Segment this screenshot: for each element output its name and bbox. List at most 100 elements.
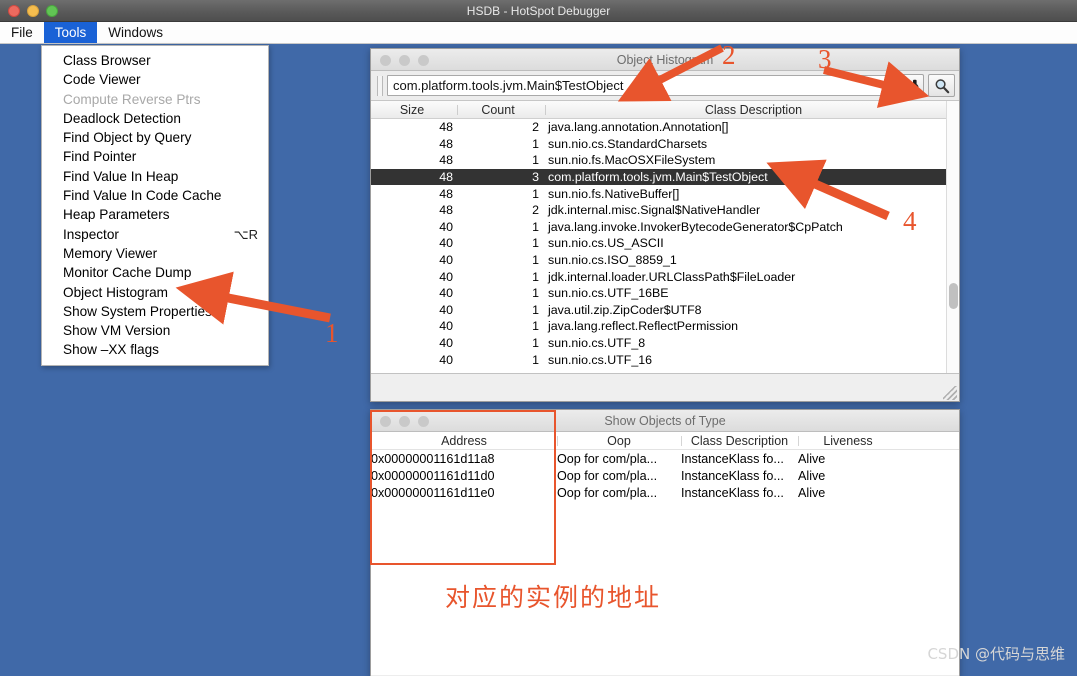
cell-description: sun.nio.fs.NativeBuffer[] [548,186,680,201]
menu-item-show-xx-flags[interactable]: Show –XX flags [42,340,268,359]
cell-count: 1 [532,153,539,168]
menu-item-show-system-properties[interactable]: Show System Properties [42,302,268,321]
menu-item-memory-viewer[interactable]: Memory Viewer [42,244,268,263]
menu-item-inspector-label: Inspector [63,226,119,242]
cell-size: 40 [439,319,453,334]
menu-item-compute-reverse-ptrs: Compute Reverse Ptrs [63,91,201,107]
table-row[interactable]: 48 1 sun.nio.fs.MacOSXFileSystem [371,152,959,169]
cell-count: 1 [532,186,539,201]
menu-item-find-pointer[interactable]: Find Pointer [42,147,268,166]
annotation-note-address: 对应的实例的地址 [445,583,662,612]
column-header-oop[interactable]: Oop [557,434,681,448]
menu-item-code-viewer[interactable]: Code Viewer [42,70,268,89]
table-row[interactable]: 40 1 java.lang.invoke.InvokerBytecodeGen… [371,219,959,236]
table-row[interactable]: 48 1 sun.nio.fs.NativeBuffer[] [371,185,959,202]
column-header-class-description[interactable]: Class Description [545,103,959,117]
histogram-table-header: Size Count Class Description [371,101,959,119]
watermark: CSDN @代码与思维 [927,645,1065,663]
table-row[interactable]: 40 1 sun.nio.cs.ISO_8859_1 [371,252,959,269]
cell-size: 40 [439,269,453,284]
cell-oop: Oop for com/pla... [557,485,658,500]
cell-count: 1 [532,336,539,351]
toolbar-drag-handle[interactable] [377,75,383,96]
cell-count: 1 [532,269,539,284]
table-row[interactable]: 48 1 sun.nio.cs.StandardCharsets [371,136,959,153]
table-row[interactable]: 48 2 java.lang.annotation.Annotation[] [371,119,959,136]
resize-grip-icon[interactable] [943,386,957,400]
menu-windows[interactable]: Windows [97,22,174,43]
find-button[interactable] [897,74,924,97]
search-button[interactable] [928,74,955,97]
cell-size: 40 [439,352,453,367]
column-header-size[interactable]: Size [371,103,457,117]
menu-item-monitor-cache-dump[interactable]: Monitor Cache Dump [42,263,268,282]
table-row[interactable]: 40 1 sun.nio.cs.UTF_8 [371,335,959,352]
cell-count: 1 [532,236,539,251]
table-row[interactable]: 40 1 sun.nio.cs.UTF_16BE [371,285,959,302]
menu-item-find-object-by-query[interactable]: Find Object by Query [42,128,268,147]
cell-liveness: Alive [798,468,826,483]
menu-item-show-vm-version[interactable]: Show VM Version [42,321,268,340]
cell-description: sun.nio.cs.UTF_16 [548,352,652,367]
cell-oop: Oop for com/pla... [557,451,658,466]
table-row[interactable]: 48 2 jdk.internal.misc.Signal$NativeHand… [371,202,959,219]
menu-item-find-value-in-heap[interactable]: Find Value In Heap [42,167,268,186]
cell-description: sun.nio.cs.UTF_16BE [548,286,669,301]
table-row[interactable]: 40 1 jdk.internal.loader.URLClassPath$Fi… [371,268,959,285]
cell-size: 48 [439,120,453,135]
menu-item-heap-parameters[interactable]: Heap Parameters [42,205,268,224]
column-header-liveness[interactable]: Liveness [798,434,898,448]
list-item[interactable]: 0x00000001161d11e0 Oop for com/pla... In… [371,484,959,501]
table-row[interactable]: 40 1 java.util.zip.ZipCoder$UTF8 [371,302,959,319]
cell-count: 1 [532,253,539,268]
column-header-count[interactable]: Count [457,103,545,117]
class-search-input[interactable] [387,75,893,96]
menu-item-class-browser[interactable]: Class Browser [42,51,268,70]
list-item[interactable]: 0x00000001161d11a8 Oop for com/pla... In… [371,450,959,467]
list-item[interactable]: 0x00000001161d11d0 Oop for com/pla... In… [371,467,959,484]
menu-item-inspector[interactable]: Inspector ⌥R [42,225,268,244]
cell-address: 0x00000001161d11d0 [371,468,495,483]
cell-description: java.lang.reflect.ReflectPermission [548,319,739,334]
cell-size: 48 [439,170,453,185]
histogram-window-title: Object Histogram [616,53,714,67]
cell-count: 1 [532,352,539,367]
histogram-rows: 48 2 java.lang.annotation.Annotation[] 4… [371,119,959,368]
column-header-address[interactable]: Address [371,434,557,448]
menu-file[interactable]: File [0,22,44,43]
table-row-selected[interactable]: 48 3 com.platform.tools.jvm.Main$TestObj… [371,168,959,186]
menu-tools[interactable]: Tools [43,22,98,43]
cell-description: java.util.zip.ZipCoder$UTF8 [548,302,702,317]
cell-oop: Oop for com/pla... [557,468,658,483]
table-row[interactable]: 40 1 sun.nio.cs.US_ASCII [371,235,959,252]
cell-size: 40 [439,336,453,351]
menu-item-deadlock-detection[interactable]: Deadlock Detection [42,109,268,128]
cell-address: 0x00000001161d11a8 [371,451,495,466]
scrollbar-thumb[interactable] [949,283,958,309]
cell-count: 2 [532,120,539,135]
menu-item-find-value-in-code-cache[interactable]: Find Value In Code Cache [42,186,268,205]
cell-count: 3 [532,170,539,185]
menu-item-object-histogram[interactable]: Object Histogram [42,283,268,302]
histogram-footer [371,373,959,401]
column-header-class-description[interactable]: Class Description [681,434,798,448]
cell-count: 1 [532,319,539,334]
objects-table: Address Oop Class Description Liveness 0… [371,432,959,675]
cell-count: 1 [532,286,539,301]
annotation-number-3: 3 [818,44,832,74]
histogram-table: Size Count Class Description 48 2 java.l… [371,101,959,375]
histogram-vertical-scrollbar[interactable] [946,101,959,375]
table-row[interactable]: 40 1 java.lang.reflect.ReflectPermission [371,318,959,335]
cell-count: 1 [532,136,539,151]
cell-class-description: InstanceKlass fo... [681,468,784,483]
cell-count: 2 [532,203,539,218]
cell-size: 40 [439,302,453,317]
cell-description: java.lang.annotation.Annotation[] [548,120,729,135]
cell-description: sun.nio.cs.StandardCharsets [548,136,708,151]
binoculars-icon [902,79,919,92]
menu-bar: File Tools Windows [0,22,1077,44]
cell-description: jdk.internal.misc.Signal$NativeHandler [548,203,761,218]
cell-class-description: InstanceKlass fo... [681,451,784,466]
objects-table-header: Address Oop Class Description Liveness [371,432,959,450]
table-row[interactable]: 40 1 sun.nio.cs.UTF_16 [371,351,959,368]
